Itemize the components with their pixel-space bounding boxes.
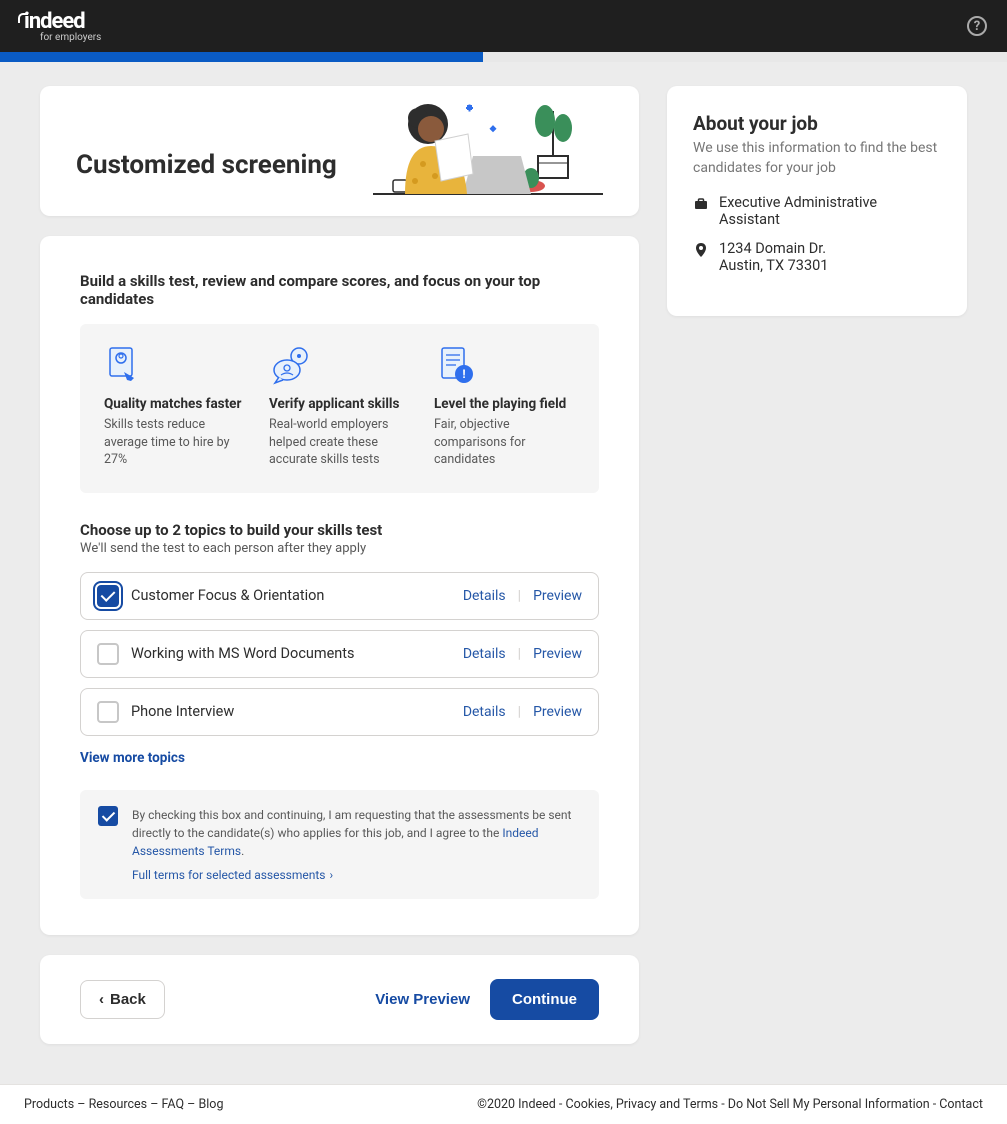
benefits-panel: Quality matches faster Skills tests redu…	[80, 324, 599, 493]
topic-label: Working with MS Word Documents	[131, 645, 451, 662]
topic-actions: Details | Preview	[463, 704, 582, 720]
about-title: About your job	[693, 112, 941, 135]
logo-main: indeed	[20, 9, 85, 34]
topic-checkbox[interactable]	[97, 643, 119, 665]
topic-checkbox[interactable]	[97, 585, 119, 607]
progress-fill	[0, 52, 483, 62]
chevron-right-icon: ›	[330, 868, 334, 882]
continue-button[interactable]: Continue	[490, 979, 599, 1020]
address-line2: Austin, TX 73301	[719, 257, 828, 274]
job-title: Executive Administrative Assistant	[719, 194, 941, 228]
details-link[interactable]: Details	[463, 588, 506, 604]
topic-label: Customer Focus & Orientation	[131, 587, 451, 604]
benefit-verify: Verify applicant skills Real-world emplo…	[269, 344, 410, 469]
help-icon[interactable]: ?	[967, 16, 987, 36]
back-button[interactable]: ‹ Back	[80, 980, 165, 1019]
topic-checkbox[interactable]	[97, 701, 119, 723]
footer-cookies-link[interactable]: Cookies, Privacy and Terms	[565, 1097, 718, 1112]
topic-row-phone-interview[interactable]: Phone Interview Details | Preview	[80, 688, 599, 736]
footer-products-link[interactable]: Products	[24, 1097, 74, 1112]
topic-row-ms-word[interactable]: Working with MS Word Documents Details |…	[80, 630, 599, 678]
preview-link[interactable]: Preview	[533, 704, 582, 720]
view-preview-button[interactable]: View Preview	[375, 991, 470, 1008]
main-column: Customized screening	[40, 86, 639, 1044]
job-location-row: 1234 Domain Dr. Austin, TX 73301	[693, 240, 941, 274]
consent-box: By checking this box and continuing, I a…	[80, 790, 599, 899]
chevron-left-icon: ‹	[99, 991, 104, 1008]
benefit-title: Quality matches faster	[104, 396, 245, 412]
topic-actions: Details | Preview	[463, 646, 582, 662]
job-location: 1234 Domain Dr. Austin, TX 73301	[719, 240, 828, 274]
footer-faq-link[interactable]: FAQ	[162, 1097, 185, 1112]
form-card: Build a skills test, review and compare …	[40, 236, 639, 935]
footer-contact-link[interactable]: Contact	[939, 1097, 983, 1112]
build-heading: Build a skills test, review and compare …	[80, 272, 599, 308]
consent-checkbox[interactable]	[98, 806, 118, 826]
checklist-icon: !	[434, 344, 478, 388]
full-terms-link[interactable]: Full terms for selected assessments ›	[132, 868, 333, 882]
hero-illustration	[373, 86, 603, 216]
chat-icon	[269, 344, 313, 388]
progress-bar	[0, 52, 1007, 62]
svg-text:!: !	[462, 367, 465, 381]
briefcase-icon	[693, 196, 709, 228]
nav-right: View Preview Continue	[375, 979, 599, 1020]
consent-text: By checking this box and continuing, I a…	[132, 806, 581, 860]
hero-card: Customized screening	[40, 86, 639, 216]
topic-label: Phone Interview	[131, 703, 451, 720]
benefit-title: Verify applicant skills	[269, 396, 410, 412]
benefit-body: Real-world employers helped create these…	[269, 416, 410, 469]
divider: |	[518, 646, 521, 662]
topic-row-customer-focus[interactable]: Customer Focus & Orientation Details | P…	[80, 572, 599, 620]
footer-blog-link[interactable]: Blog	[198, 1097, 223, 1112]
sidebar-column: About your job We use this information t…	[667, 86, 967, 316]
divider: |	[518, 704, 521, 720]
consent-content: By checking this box and continuing, I a…	[132, 806, 581, 883]
page-body: Customized screening	[0, 62, 1007, 1084]
footer-right: ©2020 Indeed - Cookies, Privacy and Term…	[477, 1097, 983, 1112]
page-title: Customized screening	[76, 150, 337, 180]
location-pin-icon	[693, 242, 709, 274]
footer-resources-link[interactable]: Resources	[89, 1097, 148, 1112]
preview-link[interactable]: Preview	[533, 646, 582, 662]
badge-icon	[104, 344, 148, 388]
details-link[interactable]: Details	[463, 704, 506, 720]
back-label: Back	[110, 991, 146, 1008]
benefit-title: Level the playing field	[434, 396, 575, 412]
footer-copyright: ©2020 Indeed	[477, 1097, 556, 1112]
about-job-card: About your job We use this information t…	[667, 86, 967, 316]
footer: Products – Resources – FAQ – Blog ©2020 …	[0, 1084, 1007, 1124]
topic-actions: Details | Preview	[463, 588, 582, 604]
benefit-fair: ! Level the playing field Fair, objectiv…	[434, 344, 575, 469]
full-terms-label: Full terms for selected assessments	[132, 868, 326, 882]
job-title-row: Executive Administrative Assistant	[693, 194, 941, 228]
about-desc: We use this information to find the best…	[693, 139, 941, 178]
address-line1: 1234 Domain Dr.	[719, 240, 826, 257]
preview-link[interactable]: Preview	[533, 588, 582, 604]
footer-dns-link[interactable]: Do Not Sell My Personal Information	[728, 1097, 930, 1112]
details-link[interactable]: Details	[463, 646, 506, 662]
choose-heading: Choose up to 2 topics to build your skil…	[80, 521, 599, 539]
logo[interactable]: indeed for employers	[20, 9, 101, 43]
footer-left: Products – Resources – FAQ – Blog	[24, 1097, 223, 1112]
divider: |	[518, 588, 521, 604]
choose-subtext: We'll send the test to each person after…	[80, 541, 599, 556]
view-more-topics-link[interactable]: View more topics	[80, 750, 185, 766]
app-header: indeed for employers ?	[0, 0, 1007, 52]
nav-card: ‹ Back View Preview Continue	[40, 955, 639, 1044]
benefit-body: Fair, objective comparisons for candidat…	[434, 416, 575, 469]
benefit-body: Skills tests reduce average time to hire…	[104, 416, 245, 469]
benefit-quality: Quality matches faster Skills tests redu…	[104, 344, 245, 469]
